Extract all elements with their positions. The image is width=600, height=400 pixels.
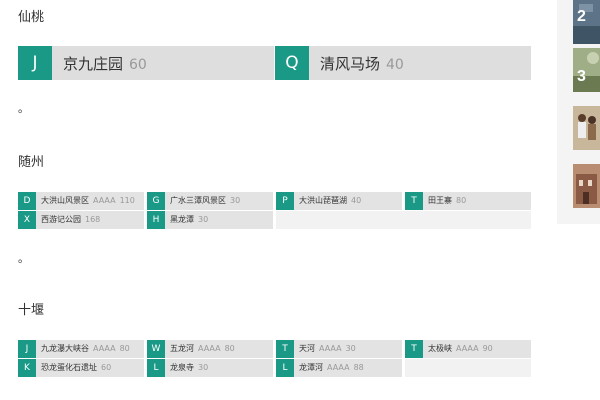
letter-badge: X [18,211,36,229]
scenic-spot-list: 仙桃 J 京九庄园 60 Q 清风马场 40 。 随州 D 大洪山风景区 AAAA 11… [0,0,540,400]
suizhou-spots: D 大洪山风景区 AAAA 110 G 广水三潭风景区 30 P 大洪山琵琶湖 40 T… [18,192,531,229]
letter-badge: D [18,192,36,210]
spot-count: 60 [129,57,147,73]
spot-name[interactable]: 大洪山风景区 AAAA 110 [41,195,135,206]
spot-item[interactable]: L 龙潭河 AAAA 88 [276,359,402,377]
thumbnail-building[interactable] [573,164,600,208]
thumbnail-image [573,106,600,150]
letter-badge: L [276,359,294,377]
letter-badge: T [405,340,423,358]
spot-name[interactable]: 广水三潭风景区 30 [170,195,240,206]
spot-item[interactable]: T 天河 AAAA 30 [276,340,402,358]
spot-name[interactable]: 龙泉寺 30 [170,362,208,373]
spot-name[interactable]: 五龙河 AAAA 80 [170,343,235,354]
spot-item[interactable]: J 九龙瀑大峡谷 AAAA 80 [18,340,144,358]
letter-badge: T [276,340,294,358]
thumbnail-image [573,164,600,208]
shiyan-spots: J 九龙瀑大峡谷 AAAA 80 W 五龙河 AAAA 80 T 天河 AAAA 30 T … [18,340,531,377]
separator-dot: 。 [18,252,29,265]
letter-badge: T [405,192,423,210]
sidebar-thumbnails: 2 3 [557,0,600,224]
city-title-xiantao: 仙桃 [18,10,45,25]
city-title-suizhou: 随州 [18,155,45,170]
empty-cell [405,359,531,377]
spot-name[interactable]: 黑龙潭 30 [170,214,208,225]
spot-item[interactable]: D 大洪山风景区 AAAA 110 [18,192,144,210]
spot-name[interactable]: 天河 AAAA 30 [299,343,356,354]
spot-count: 40 [386,57,404,73]
spot-name[interactable]: 太极峡 AAAA 90 [428,343,493,354]
spot-name[interactable]: 龙潭河 AAAA 88 [299,362,364,373]
spot-item[interactable]: X 西游记公园 168 [18,211,144,229]
spot-name[interactable]: 京九庄园 60 [63,53,147,74]
spot-item[interactable]: L 龙泉寺 30 [147,359,273,377]
letter-badge: H [147,211,165,229]
spot-item[interactable]: K 恐龙蛋化石遗址 60 [18,359,144,377]
letter-badge: K [18,359,36,377]
spot-item[interactable]: H 黑龙潭 30 [147,211,273,229]
separator-dot: 。 [18,102,29,115]
empty-cell [276,211,531,229]
spot-name[interactable]: 清风马场 40 [320,53,404,74]
letter-badge: W [147,340,165,358]
letter-badge: G [147,192,165,210]
city-title-shiyan: 十堰 [18,303,45,318]
spot-item[interactable]: T 田王寨 80 [405,192,531,210]
letter-badge: J [18,46,52,80]
spot-item-qingfeng[interactable]: Q 清风马场 40 [275,46,531,80]
spot-name[interactable]: 大洪山琵琶湖 40 [299,195,361,206]
thumbnail-number: 2 [577,8,586,25]
thumbnail-people[interactable] [573,106,600,150]
spot-name[interactable]: 九龙瀑大峡谷 AAAA 80 [41,343,130,354]
thumbnail-number: 3 [577,68,586,85]
spot-item[interactable]: W 五龙河 AAAA 80 [147,340,273,358]
spot-item[interactable]: G 广水三潭风景区 30 [147,192,273,210]
spot-item-jingjiu[interactable]: J 京九庄园 60 [18,46,274,80]
spot-item[interactable]: T 太极峡 AAAA 90 [405,340,531,358]
thumbnail-2[interactable]: 2 [573,0,600,44]
letter-badge: Q [275,46,309,80]
spot-name[interactable]: 恐龙蛋化石遗址 60 [41,362,111,373]
letter-badge: L [147,359,165,377]
xiantao-spots: J 京九庄园 60 Q 清风马场 40 [18,46,531,80]
letter-badge: P [276,192,294,210]
spot-name[interactable]: 西游记公园 168 [41,214,100,225]
thumbnail-3[interactable]: 3 [573,48,600,92]
spot-item[interactable]: P 大洪山琵琶湖 40 [276,192,402,210]
spot-name[interactable]: 田王寨 80 [428,195,466,206]
letter-badge: J [18,340,36,358]
